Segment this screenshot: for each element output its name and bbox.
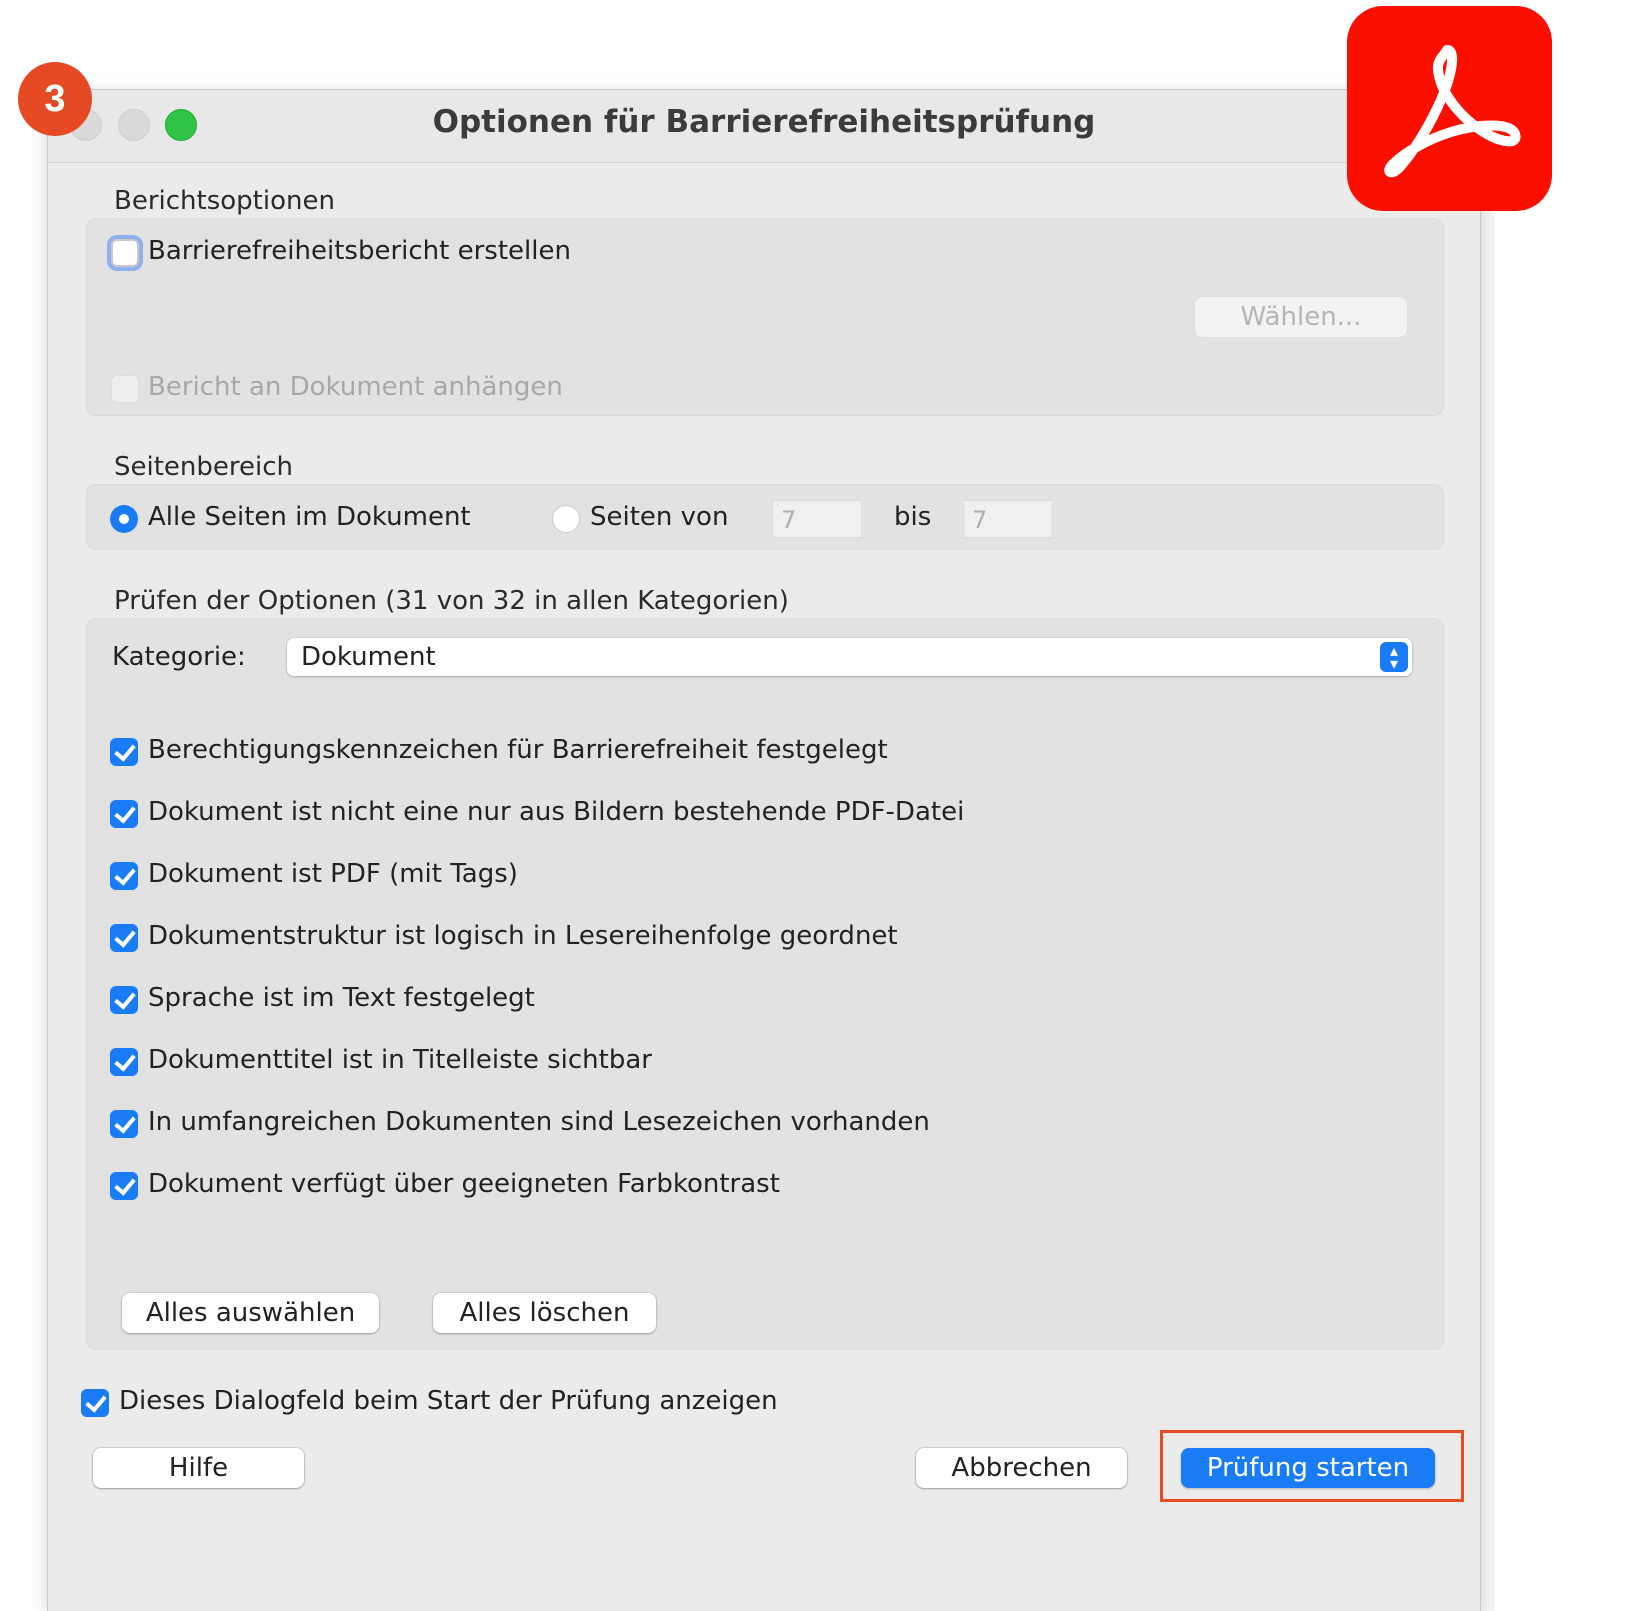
check-item-checkbox[interactable] (110, 862, 138, 890)
page-from-field[interactable]: 7 (772, 500, 862, 538)
check-item-label: Dokumenttitel ist in Titelleiste sichtba… (148, 1045, 652, 1075)
highlight-frame (1160, 1430, 1464, 1502)
all-pages-label: Alle Seiten im Dokument (148, 502, 471, 532)
up-down-chevron-icon: ▴ ▾ (1380, 642, 1408, 672)
pages-from-radio[interactable] (552, 505, 580, 533)
page-range-panel: Alle Seiten im Dokument Seiten von 7 bis… (86, 484, 1444, 550)
create-report-label: Barrierefreiheitsbericht erstellen (148, 236, 571, 266)
create-report-checkbox[interactable] (111, 239, 139, 267)
help-button[interactable]: Hilfe (93, 1448, 304, 1488)
check-options-heading: Prüfen der Optionen (31 von 32 in allen … (114, 586, 789, 616)
report-options-panel: Barrierefreiheitsbericht erstellen Wähle… (86, 218, 1444, 416)
select-all-button[interactable]: Alles auswählen (122, 1293, 379, 1333)
background-window-edge (1480, 90, 1495, 1611)
report-options-heading: Berichtsoptionen (114, 186, 335, 216)
attach-report-checkbox[interactable] (111, 375, 139, 403)
check-item-checkbox[interactable] (110, 1172, 138, 1200)
accessibility-check-dialog: Optionen für Barrierefreiheitsprüfung Be… (48, 90, 1480, 1611)
check-item-checkbox[interactable] (110, 738, 138, 766)
check-item-label: Berechtigungskennzeichen für Barrierefre… (148, 735, 888, 765)
category-label: Kategorie: (112, 642, 246, 672)
window-title: Optionen für Barrierefreiheitsprüfung (432, 104, 1096, 140)
check-item-label: Sprache ist im Text festgelegt (148, 983, 535, 1013)
check-item-checkbox[interactable] (110, 924, 138, 952)
clear-all-button[interactable]: Alles löschen (433, 1293, 656, 1333)
choose-button[interactable]: Wählen... (1195, 297, 1407, 337)
check-item-label: Dokument ist nicht eine nur aus Bildern … (148, 797, 965, 827)
titlebar: Optionen für Barrierefreiheitsprüfung (48, 90, 1480, 163)
step-number-badge: 3 (18, 62, 92, 136)
check-item-checkbox[interactable] (110, 986, 138, 1014)
show-dialog-label: Dieses Dialogfeld beim Start der Prüfung… (119, 1386, 778, 1416)
check-item-label: Dokumentstruktur ist logisch in Lesereih… (148, 921, 898, 951)
category-select[interactable]: Dokument ▴ ▾ (287, 638, 1412, 676)
cancel-button[interactable]: Abbrechen (916, 1448, 1127, 1488)
acrobat-logo-icon (1347, 6, 1552, 211)
pages-from-label: Seiten von (590, 502, 729, 532)
check-item-label: In umfangreichen Dokumenten sind Lesezei… (148, 1107, 930, 1137)
check-item-checkbox[interactable] (110, 1048, 138, 1076)
acrobat-logo-mark (1384, 45, 1521, 178)
page-to-label: bis (894, 502, 932, 532)
page-range-heading: Seitenbereich (114, 452, 294, 482)
check-item-checkbox[interactable] (110, 800, 138, 828)
check-item-label: Dokument verfügt über geeigneten Farbkon… (148, 1169, 780, 1199)
attach-report-label: Bericht an Dokument anhängen (148, 372, 563, 402)
category-select-value: Dokument (301, 642, 436, 672)
check-item-checkbox[interactable] (110, 1110, 138, 1138)
page-to-field[interactable]: 7 (963, 500, 1053, 538)
show-dialog-checkbox[interactable] (81, 1389, 109, 1417)
check-item-label: Dokument ist PDF (mit Tags) (148, 859, 518, 889)
all-pages-radio[interactable] (110, 505, 138, 533)
